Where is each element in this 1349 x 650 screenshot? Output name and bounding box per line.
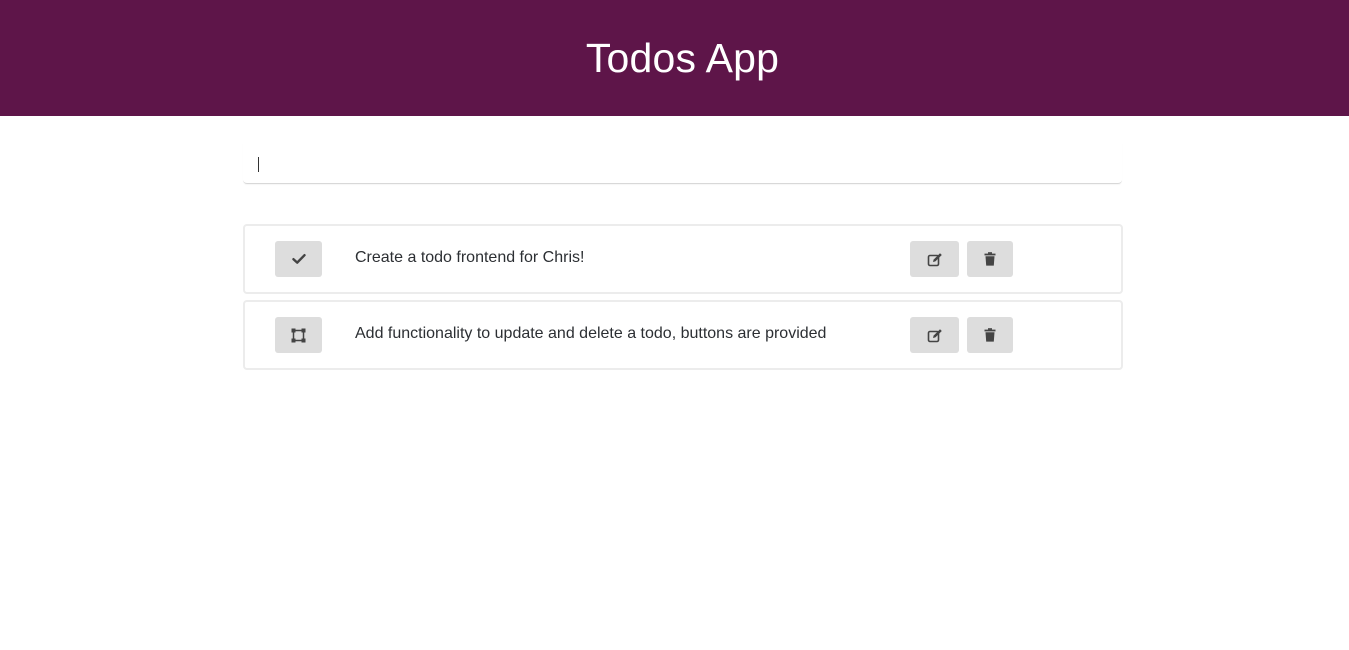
todo-text: Create a todo frontend for Chris!: [355, 249, 585, 266]
trash-icon: [984, 328, 996, 342]
todo-list: Create a todo frontend for Chris! Add fu…: [243, 224, 1123, 376]
edit-todo-button[interactable]: [910, 317, 959, 353]
trash-icon: [984, 252, 996, 266]
edit-todo-button[interactable]: [910, 241, 959, 277]
text-caret: [258, 157, 259, 172]
new-todo-input[interactable]: [257, 153, 1107, 175]
todo-item: Add functionality to update and delete a…: [243, 300, 1123, 370]
edit-icon: [927, 252, 942, 266]
delete-todo-button[interactable]: [967, 317, 1013, 353]
edit-icon: [927, 328, 942, 342]
delete-todo-button[interactable]: [967, 241, 1013, 277]
new-todo-field[interactable]: [243, 143, 1122, 184]
square-icon: [291, 328, 306, 342]
todo-text: Add functionality to update and delete a…: [355, 325, 827, 342]
app-title: Todos App: [585, 34, 780, 81]
toggle-complete-button[interactable]: [275, 241, 322, 277]
todo-item: Create a todo frontend for Chris!: [243, 224, 1123, 294]
toggle-complete-button[interactable]: [275, 317, 322, 353]
app-header: Todos App: [0, 0, 1349, 116]
check-icon: [291, 254, 306, 264]
